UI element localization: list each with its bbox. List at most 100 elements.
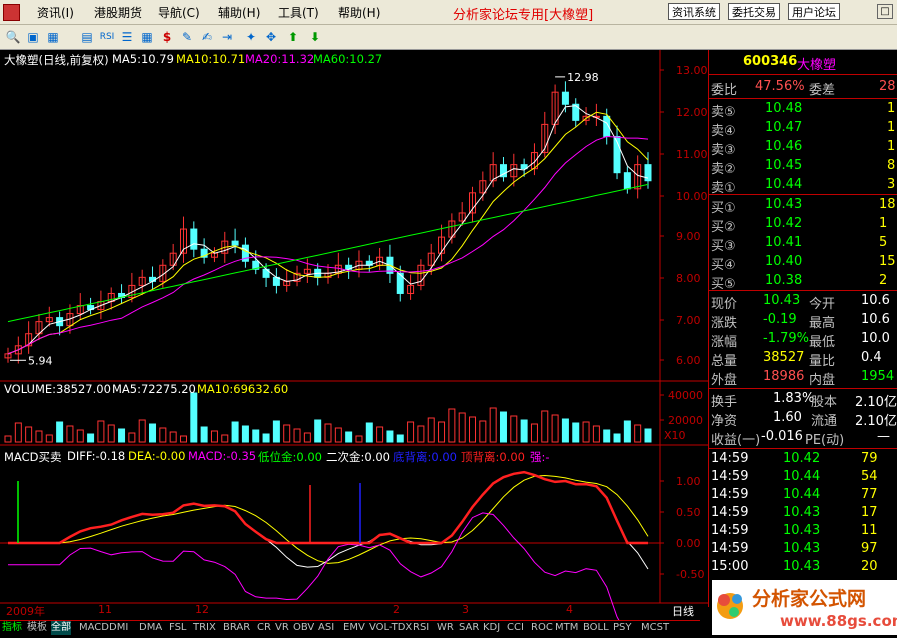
info-system-button[interactable]: 资讯系统 bbox=[668, 3, 720, 20]
buy-level-label: 买③ bbox=[711, 239, 736, 254]
stat-value: 10.6 bbox=[861, 293, 890, 308]
window-control-icon[interactable]: □ bbox=[877, 4, 893, 19]
tick-price: 10.43 bbox=[783, 523, 821, 538]
search-icon[interactable]: 🔍 bbox=[4, 28, 22, 46]
tab-vr[interactable]: VR bbox=[275, 621, 289, 635]
volume-bar bbox=[541, 410, 549, 443]
time-label: 11 bbox=[98, 603, 112, 616]
tick-time: 14:59 bbox=[711, 523, 749, 538]
app-icon[interactable] bbox=[3, 4, 20, 21]
pen-icon[interactable]: ✎ bbox=[178, 28, 196, 46]
menu-tools[interactable]: 工具(T) bbox=[278, 4, 319, 21]
stock-chart[interactable]: 13.00 12.00 11.00 10.00 9.00 8.00 7.00 6.00 4000… bbox=[0, 50, 708, 620]
tick-volume: 77 bbox=[861, 487, 878, 502]
grid2-icon[interactable]: ▦ bbox=[138, 28, 156, 46]
tab-全部[interactable]: 全部 bbox=[51, 621, 71, 635]
tab-kdj[interactable]: KDJ bbox=[483, 621, 500, 635]
edit-icon[interactable]: ✍ bbox=[198, 28, 216, 46]
star-icon[interactable]: ✦ bbox=[242, 28, 260, 46]
tab-cr[interactable]: CR bbox=[257, 621, 271, 635]
tab-模板[interactable]: 模板 bbox=[27, 621, 47, 635]
volume-bar bbox=[345, 431, 353, 443]
price-tick-label: 8.00 bbox=[676, 272, 701, 285]
menu-info[interactable]: 资讯(I) bbox=[37, 4, 74, 21]
chart-icon[interactable]: ▤ bbox=[78, 28, 96, 46]
volume-bar bbox=[293, 428, 301, 443]
tab-vol-tdx[interactable]: VOL-TDX bbox=[369, 621, 412, 635]
volume-bar bbox=[592, 425, 600, 443]
sell-price: 10.47 bbox=[765, 120, 803, 135]
move-icon[interactable]: ✥ bbox=[262, 28, 280, 46]
rsi-icon[interactable]: RSI bbox=[98, 28, 116, 46]
stat-value: 1954 bbox=[861, 369, 895, 384]
tab-指标[interactable]: 指标 bbox=[2, 621, 22, 635]
toolbar: 🔍 ▣ ▦ ▤ RSI ☰ ▦ $ ✎ ✍ ⇥ ✦ ✥ ⬆ ⬇ bbox=[0, 25, 897, 50]
volume-tick-label: 40000 bbox=[668, 389, 703, 402]
tab-boll[interactable]: BOLL bbox=[583, 621, 609, 635]
ma5-label: MA5:10.79 bbox=[112, 52, 174, 66]
tab-roc[interactable]: ROC bbox=[531, 621, 553, 635]
volume-bar bbox=[118, 428, 126, 443]
stat-label: 净资 bbox=[711, 414, 738, 429]
stat-label: 最低 bbox=[809, 335, 836, 350]
period-label[interactable]: 日线 bbox=[672, 603, 694, 619]
menu-navigate[interactable]: 导航(C) bbox=[158, 4, 200, 21]
menu-hk-futures[interactable]: 港股期货 bbox=[94, 4, 142, 21]
time-label: 2009年 bbox=[6, 605, 45, 618]
candle-body bbox=[231, 240, 239, 246]
volume-bar bbox=[138, 419, 146, 443]
stock-name: 大橡塑 bbox=[797, 58, 837, 73]
tab-dma[interactable]: DMA bbox=[139, 621, 162, 635]
menu-help[interactable]: 帮助(H) bbox=[338, 4, 380, 21]
quote-row: 外盘 18986 内盘 1954 bbox=[709, 368, 897, 388]
tab-mtm[interactable]: MTM bbox=[555, 621, 578, 635]
export-icon[interactable]: ⇥ bbox=[218, 28, 236, 46]
logo-url: www.88gs.com bbox=[780, 612, 897, 630]
tab-obv[interactable]: OBV bbox=[293, 621, 314, 635]
quote-row: 15:00 10.43 20 bbox=[709, 558, 897, 577]
second-gold-label: 二次金:0.00 bbox=[326, 450, 390, 464]
volume-bar bbox=[489, 407, 497, 443]
arrow-down-icon[interactable]: ⬇ bbox=[306, 28, 324, 46]
sell-level-label: 卖⑤ bbox=[711, 105, 736, 120]
tab-cci[interactable]: CCI bbox=[507, 621, 524, 635]
stat-label: 内盘 bbox=[809, 373, 836, 388]
tab-fsl[interactable]: FSL bbox=[169, 621, 187, 635]
tick-volume: 20 bbox=[861, 559, 878, 574]
tab-sar[interactable]: SAR bbox=[459, 621, 479, 635]
tab-wr[interactable]: WR bbox=[437, 621, 454, 635]
grid-icon[interactable]: ▦ bbox=[44, 28, 62, 46]
tab-asi[interactable]: ASI bbox=[318, 621, 334, 635]
volume-bar bbox=[128, 432, 136, 443]
arrow-up-icon[interactable]: ⬆ bbox=[284, 28, 302, 46]
tab-rsi[interactable]: RSI bbox=[413, 621, 429, 635]
trade-button[interactable]: 委托交易 bbox=[728, 3, 780, 20]
volume-bar bbox=[76, 429, 84, 443]
tick-time: 14:59 bbox=[711, 541, 749, 556]
candle-body bbox=[561, 91, 569, 105]
sell-volume: 1 bbox=[887, 139, 896, 154]
tab-trix[interactable]: TRIX bbox=[193, 621, 216, 635]
menu-assist[interactable]: 辅助(H) bbox=[218, 4, 260, 21]
volume-bar bbox=[221, 434, 229, 443]
volume-bar bbox=[386, 430, 394, 443]
tab-psy[interactable]: PSY bbox=[613, 621, 632, 635]
volume-bar bbox=[66, 425, 74, 443]
volume-bar bbox=[262, 433, 270, 443]
tab-emv[interactable]: EMV bbox=[343, 621, 365, 635]
forum-button[interactable]: 用户论坛 bbox=[788, 3, 840, 20]
list-icon[interactable]: ☰ bbox=[118, 28, 136, 46]
tab-brar[interactable]: BRAR bbox=[223, 621, 250, 635]
quote-row: 14:59 10.42 79 bbox=[709, 450, 897, 469]
sell-price: 10.44 bbox=[765, 177, 803, 192]
dollar-icon[interactable]: $ bbox=[158, 28, 176, 46]
tick-price: 10.43 bbox=[783, 559, 821, 574]
tab-macd[interactable]: MACD bbox=[79, 621, 109, 635]
volume-bar bbox=[231, 421, 239, 443]
screen-icon[interactable]: ▣ bbox=[24, 28, 42, 46]
tab-mcst[interactable]: MCST bbox=[641, 621, 669, 635]
diff-label: DIFF:-0.18 bbox=[67, 449, 126, 463]
stat-label: 外盘 bbox=[711, 373, 738, 388]
volume-bar bbox=[190, 392, 198, 443]
tab-dmi[interactable]: DMI bbox=[109, 621, 128, 635]
